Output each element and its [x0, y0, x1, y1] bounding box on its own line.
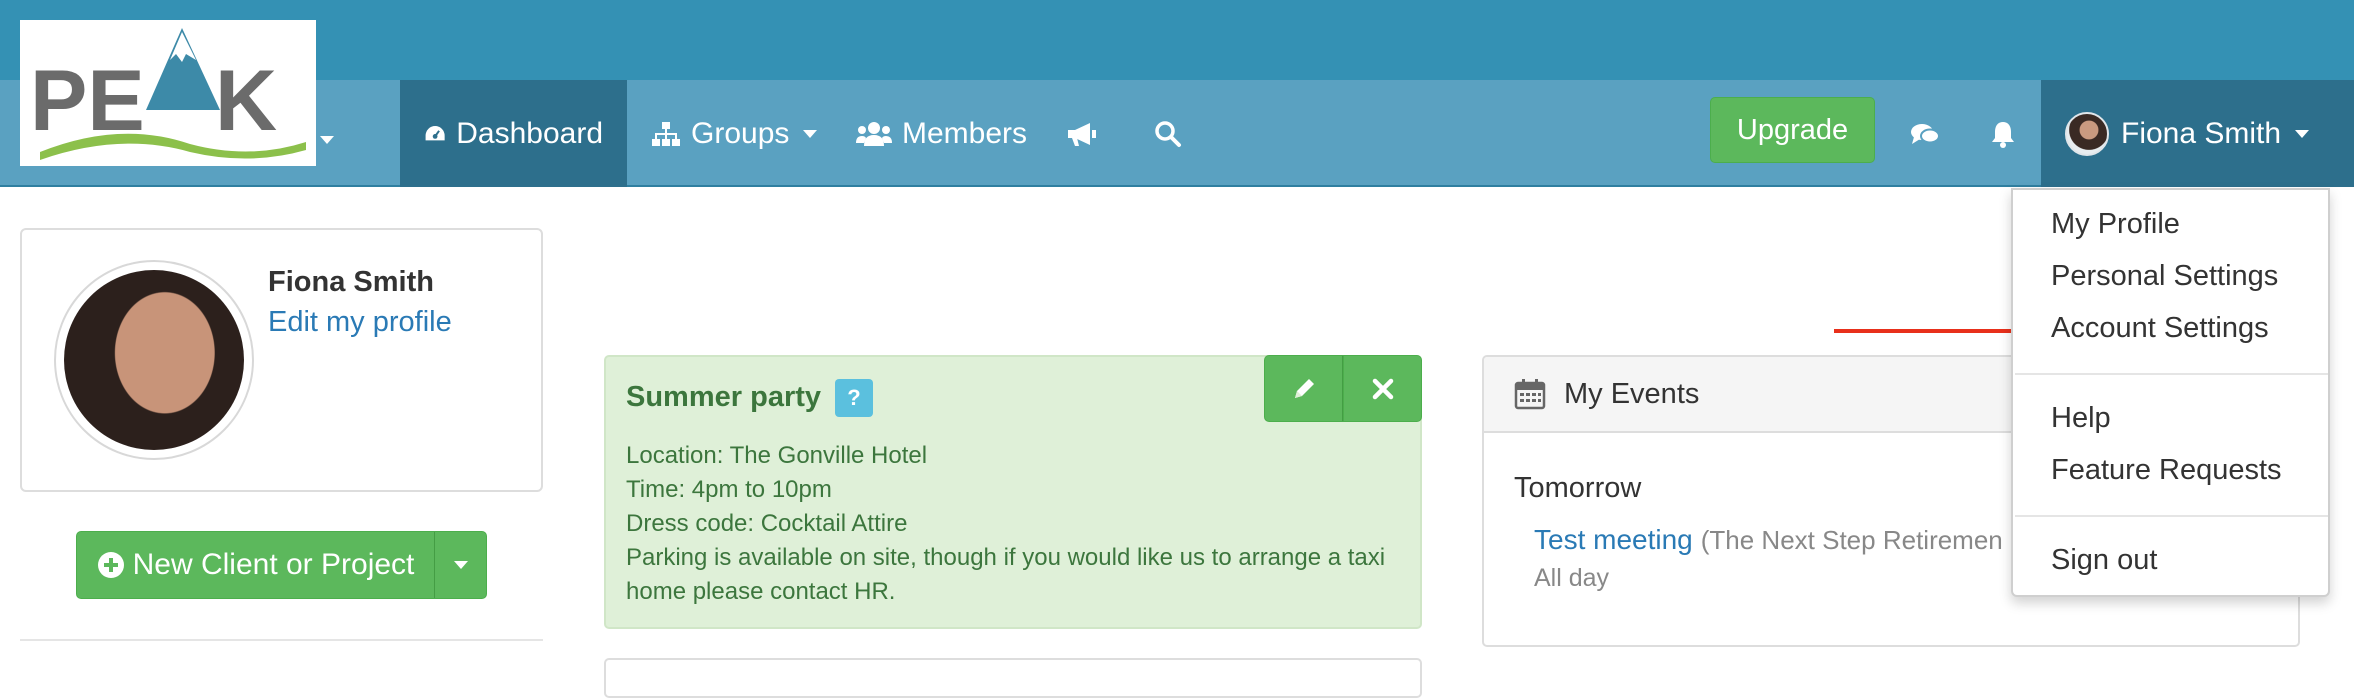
- comments-icon: [1911, 123, 1940, 144]
- peak-logo[interactable]: PE K: [20, 20, 316, 166]
- menu-item-feature-requests[interactable]: Feature Requests: [2051, 454, 2282, 487]
- upgrade-button[interactable]: Upgrade: [1710, 97, 1875, 163]
- edit-announcement-button[interactable]: [1264, 355, 1343, 422]
- dashboard-icon: [425, 125, 445, 140]
- svg-text:K: K: [215, 53, 277, 149]
- user-menu-name: Fiona Smith: [2121, 116, 2282, 150]
- chevron-down-icon: [803, 129, 818, 138]
- profile-card: Fiona Smith Edit my profile: [20, 228, 543, 492]
- nav-groups-label: Groups: [691, 116, 790, 150]
- menu-item-personal-settings[interactable]: Personal Settings: [2051, 260, 2278, 293]
- menu-item-account-settings[interactable]: Account Settings: [2051, 312, 2269, 345]
- event-title-link[interactable]: Test meeting: [1534, 524, 1693, 555]
- announcement-line: Parking is available on site, though if …: [626, 544, 1386, 605]
- avatar: [2065, 111, 2109, 156]
- nav-notifications[interactable]: [1974, 80, 2042, 187]
- profile-name: Fiona Smith: [268, 266, 434, 298]
- next-card: [604, 658, 1422, 698]
- nav-search[interactable]: [1130, 80, 1216, 187]
- nav-members[interactable]: Members: [832, 80, 1051, 187]
- announcement-title: Summer party: [626, 381, 822, 413]
- user-dropdown-menu: My Profile Personal Settings Account Set…: [2011, 188, 2330, 597]
- announcement-actions: [1264, 355, 1422, 422]
- user-menu-toggle[interactable]: Fiona Smith: [2041, 80, 2354, 187]
- menu-item-sign-out[interactable]: Sign out: [2051, 544, 2157, 577]
- menu-divider: [2015, 373, 2328, 375]
- announcement-line: Dress code: Cocktail Attire: [626, 510, 908, 537]
- sitemap-icon: [652, 121, 680, 146]
- menu-divider: [2015, 515, 2328, 517]
- nav-dashboard-label: Dashboard: [456, 116, 603, 150]
- calendar-icon: [1514, 379, 1546, 410]
- dismiss-announcement-button[interactable]: [1343, 355, 1422, 422]
- help-badge[interactable]: ?: [835, 379, 873, 417]
- announcement-card: Summer party ? Location: The Gonville Ho…: [604, 355, 1422, 629]
- bell-icon: [1992, 121, 2014, 148]
- bullhorn-icon: [1068, 122, 1096, 146]
- nav-messages[interactable]: [1894, 80, 1966, 187]
- event-item: Test meeting (The Next Step Retiremen: [1534, 524, 2003, 556]
- announcement-line: Location: The Gonville Hotel: [626, 442, 928, 469]
- new-client-button[interactable]: New Client or Project: [77, 532, 434, 598]
- menu-item-help[interactable]: Help: [2051, 402, 2111, 435]
- my-events-title: My Events: [1564, 377, 1700, 410]
- nav-dashboard[interactable]: Dashboard: [400, 80, 627, 187]
- nav-groups[interactable]: Groups: [627, 80, 841, 187]
- announcement-body: Location: The Gonville Hotel Time: 4pm t…: [626, 439, 1396, 609]
- profile-avatar[interactable]: [54, 260, 254, 460]
- close-icon: [1372, 378, 1393, 399]
- event-time: All day: [1534, 564, 1610, 592]
- logo-caret-icon[interactable]: [320, 128, 334, 151]
- announcement-line: Time: 4pm to 10pm: [626, 476, 832, 503]
- nav-announcements[interactable]: [1042, 80, 1132, 187]
- menu-item-my-profile[interactable]: My Profile: [2051, 208, 2180, 241]
- edit-profile-link[interactable]: Edit my profile: [268, 306, 452, 339]
- events-day-heading: Tomorrow: [1514, 472, 1642, 504]
- chevron-down-icon: [2295, 129, 2310, 138]
- users-icon: [856, 121, 892, 146]
- new-client-button-group: New Client or Project: [76, 531, 487, 599]
- divider: [20, 639, 543, 641]
- search-icon: [1155, 120, 1181, 147]
- nav-members-label: Members: [902, 116, 1028, 150]
- new-client-dropdown-toggle[interactable]: [434, 532, 486, 598]
- new-client-label: New Client or Project: [132, 548, 415, 581]
- event-meta: (The Next Step Retiremen: [1700, 525, 2003, 555]
- pencil-icon: [1294, 378, 1314, 398]
- chevron-down-icon: [453, 561, 468, 569]
- annotation-arrow-line: [1834, 329, 2020, 333]
- plus-circle-icon: [97, 552, 124, 578]
- top-header-strip: [0, 0, 2354, 80]
